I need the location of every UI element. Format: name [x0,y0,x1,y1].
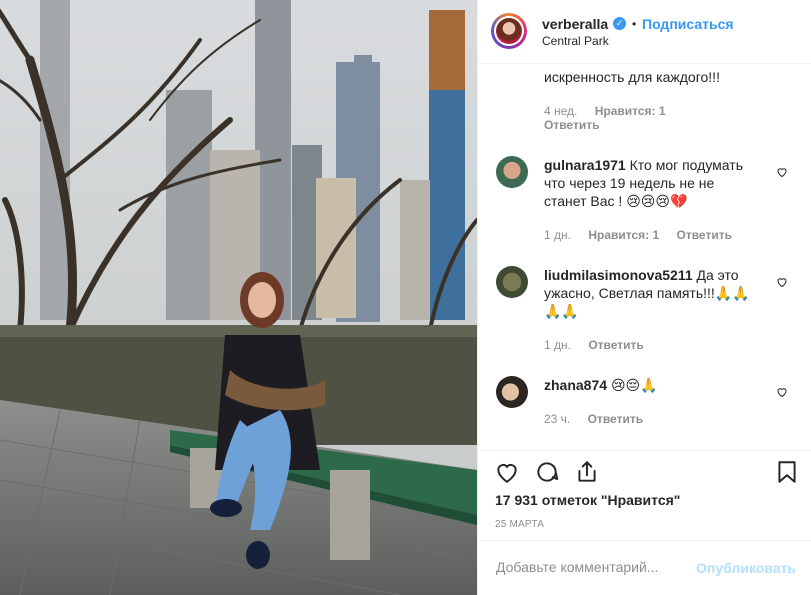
instagram-post: verberalla ✓ • Подписаться Central Park … [0,0,811,595]
post-photo[interactable] [0,0,477,595]
comment-like-heart-icon[interactable] [776,386,788,398]
comment-time[interactable]: 4 нед. [544,104,577,118]
comment-body: gulnara1971 Кто мог подумать что через 1… [544,156,752,210]
comment-reply-row: Ответить [544,118,613,132]
commenter-username[interactable]: gulnara1971 [544,157,626,173]
comment-meta: 1 дн. Ответить [544,338,658,352]
comment-time[interactable]: 1 дн. [544,228,571,242]
reply-button[interactable]: Ответить [544,118,599,132]
comment-meta: 4 нед. Нравится: 1 [544,104,680,118]
comment-meta: 1 дн. Нравится: 1 Ответить [544,228,746,242]
commenter-avatar[interactable] [496,156,528,188]
comment-body: zhana874 😢😔🙏 [544,376,756,394]
comment-body: liudmilasimonova5211 Да это ужасно, Свет… [544,266,756,320]
comment-icon[interactable] [534,459,560,485]
comment-likes[interactable]: Нравится: 1 [588,228,659,242]
photo-illustration [0,0,477,595]
post-header: verberalla ✓ • Подписаться Central Park [478,0,811,64]
follow-button[interactable]: Подписаться [642,16,734,32]
share-icon[interactable] [574,459,600,485]
author-username[interactable]: verberalla [542,16,608,32]
comment-meta: 23 ч. Ответить [544,412,657,426]
comment-like-heart-icon[interactable] [776,276,788,288]
likes-count[interactable]: 17 931 отметок "Нравится" [495,492,680,508]
comments-list[interactable]: искренность для каждого!!! 4 нед. Нравит… [478,64,811,450]
comment-like-heart-icon[interactable] [776,166,788,178]
commenter-username[interactable]: liudmilasimonova5211 [544,267,693,283]
heart-icon[interactable] [494,459,520,485]
reply-button[interactable]: Ответить [677,228,732,242]
commenter-avatar[interactable] [496,376,528,408]
reply-button[interactable]: Ответить [588,412,643,426]
post-date[interactable]: 25 МАРТА [495,519,544,530]
publish-button[interactable]: Опубликовать [696,560,796,576]
commenter-avatar[interactable] [496,266,528,298]
separator-dot: • [632,17,637,31]
comment-time[interactable]: 23 ч. [544,412,570,426]
bookmark-icon[interactable] [774,459,800,485]
comment-likes[interactable]: Нравится: 1 [595,104,666,118]
comment-input[interactable] [494,558,688,576]
comment-time[interactable]: 1 дн. [544,338,571,352]
verified-badge-icon: ✓ [613,17,626,30]
comment-text: 😢😔🙏 [610,377,658,393]
add-comment-bar: Опубликовать [478,540,811,595]
author-avatar[interactable] [491,13,527,49]
post-side-panel: verberalla ✓ • Подписаться Central Park … [477,0,811,595]
reply-button[interactable]: Ответить [588,338,643,352]
post-location[interactable]: Central Park [542,34,609,48]
comment-text: искренность для каждого!!! [544,69,720,85]
commenter-username[interactable]: zhana874 [544,377,607,393]
